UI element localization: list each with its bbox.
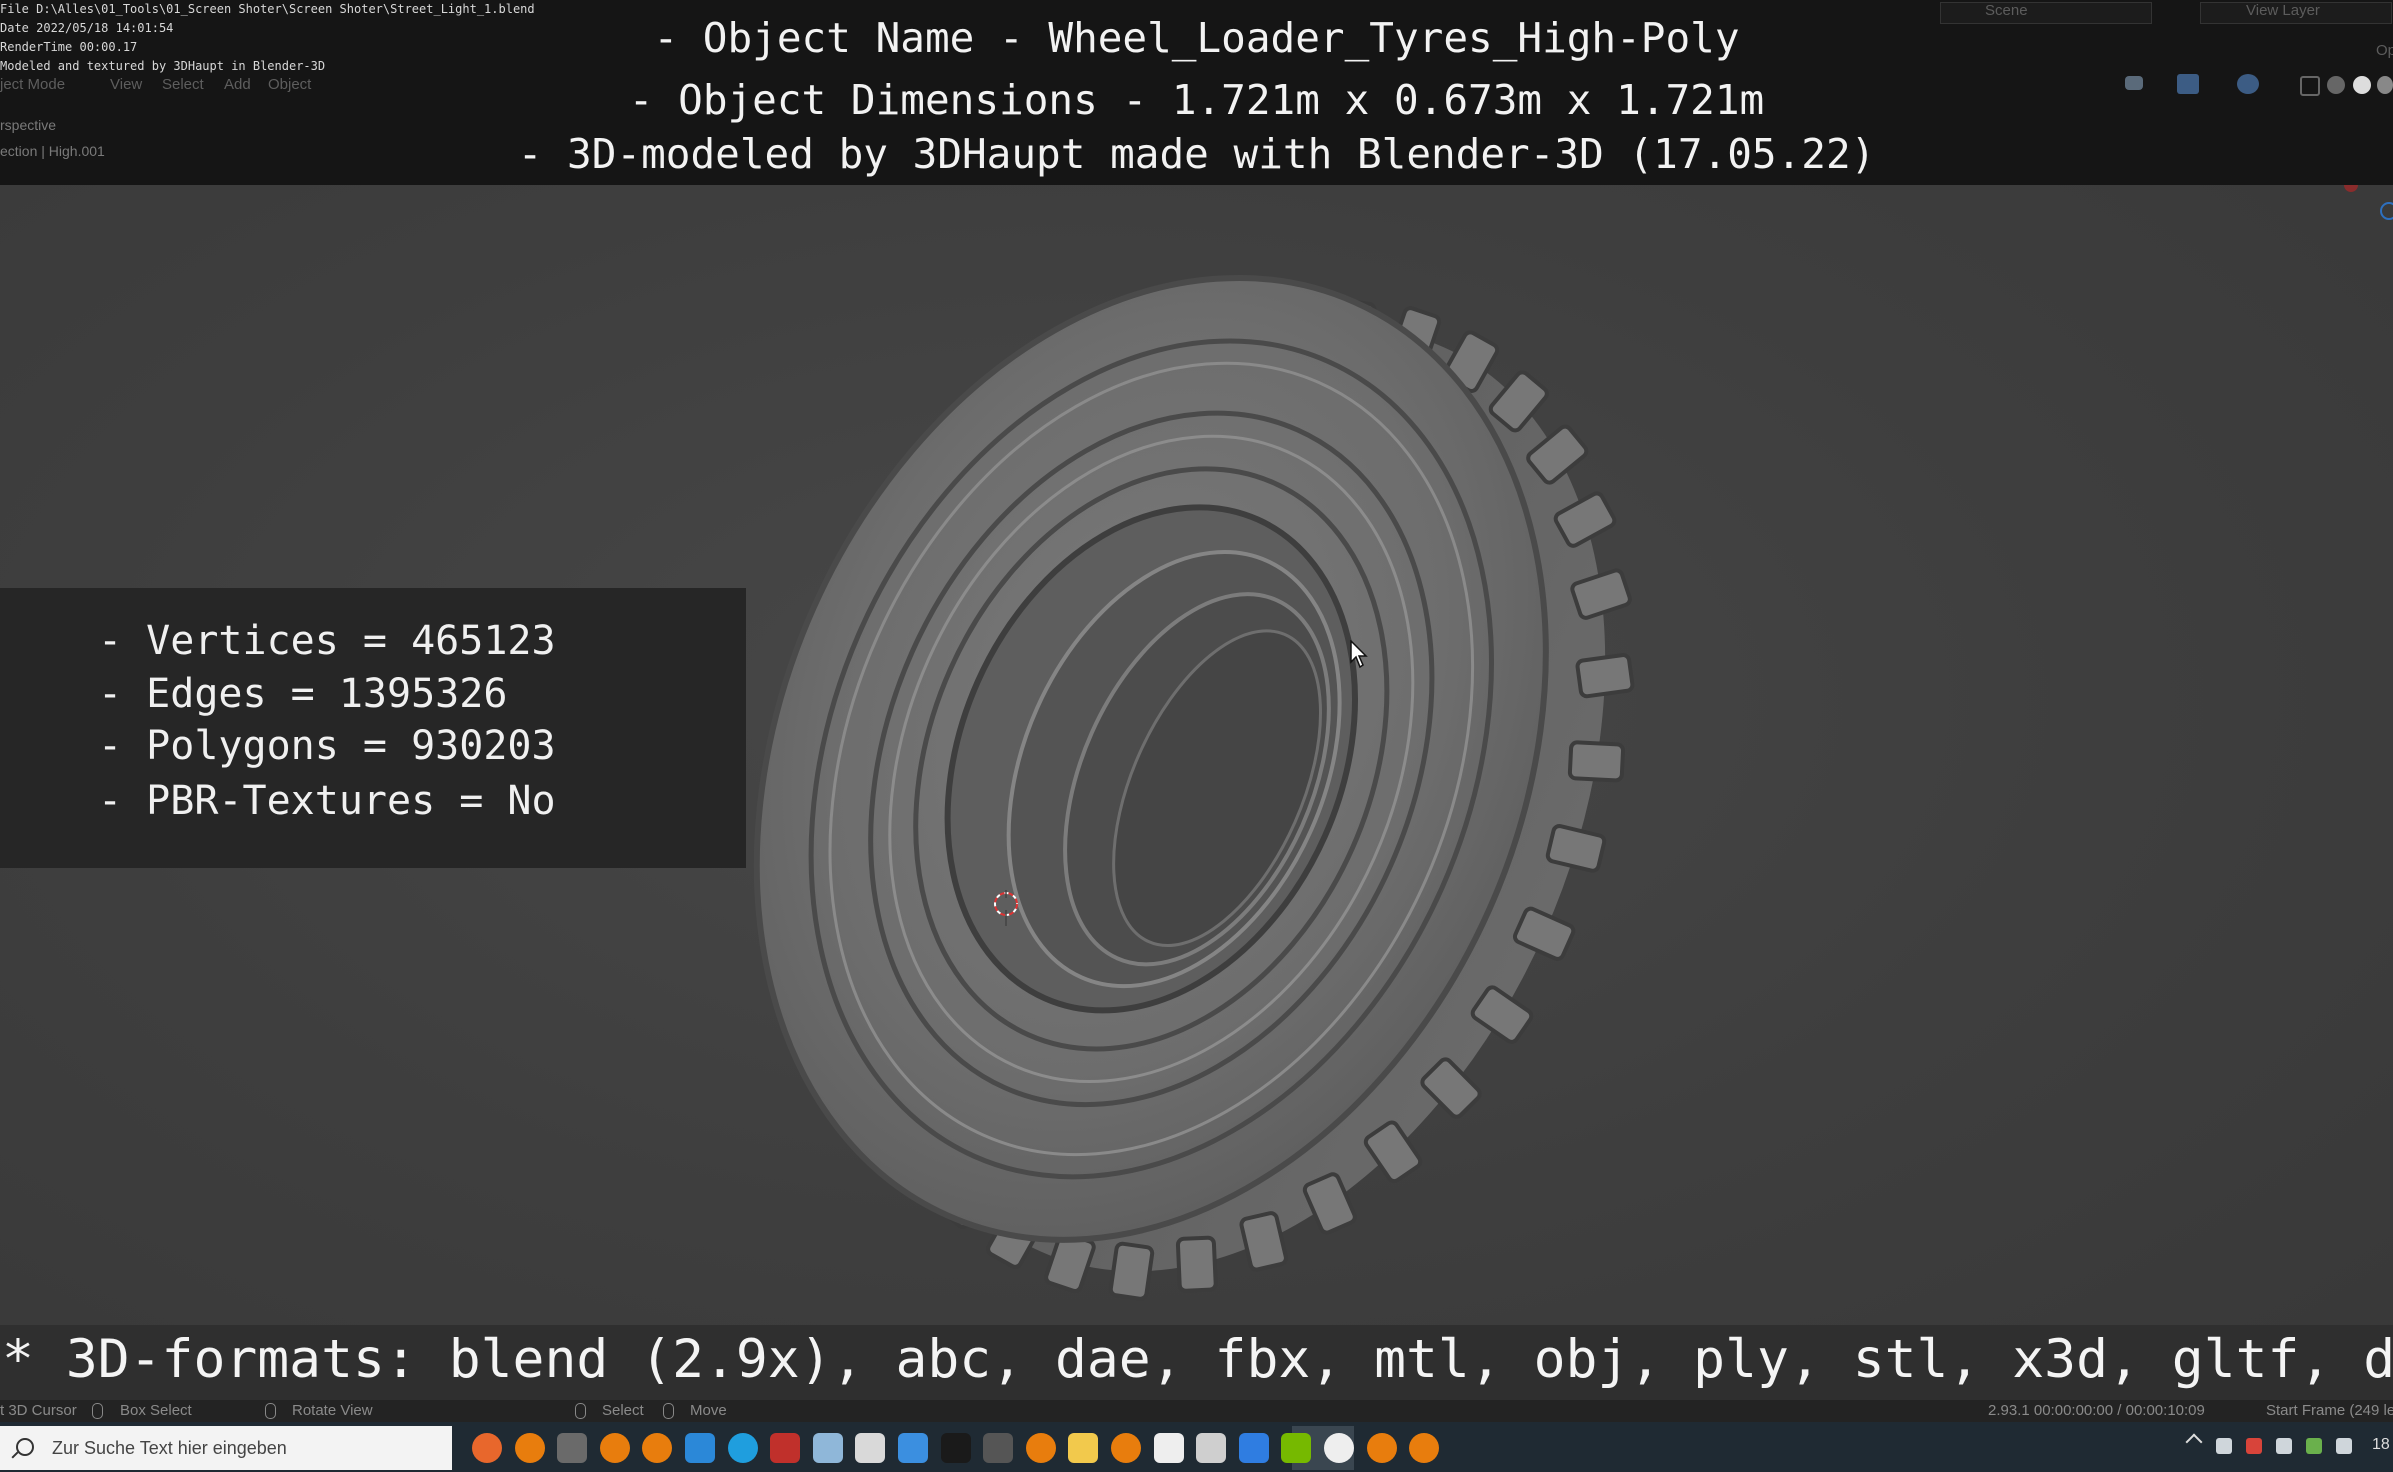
mouse-middle-icon [265, 1403, 276, 1419]
battery-tray-icon[interactable] [2276, 1438, 2292, 1454]
mouse-pointer-icon [1350, 640, 1368, 669]
sync-tray-icon[interactable] [2306, 1438, 2322, 1454]
blender-icon[interactable] [600, 1433, 630, 1463]
paint-icon[interactable] [855, 1433, 885, 1463]
status-box-select: Box Select [120, 1402, 192, 1419]
status-3d-cursor: t 3D Cursor [0, 1402, 77, 1419]
search-icon [16, 1438, 34, 1456]
notes-icon[interactable] [813, 1433, 843, 1463]
mouse-left-icon [92, 1403, 103, 1419]
folder-icon[interactable] [1068, 1433, 1098, 1463]
gizmo-z-axis-icon[interactable] [2380, 202, 2393, 220]
status-select: Select [602, 1402, 644, 1419]
polygons-stat: - Polygons = 930203 [98, 723, 556, 769]
status-rotate-view: Rotate View [292, 1402, 373, 1419]
taskbar-search-box[interactable]: Zur Suche Text hier eingeben [0, 1426, 452, 1470]
tread-lug [1575, 653, 1635, 699]
firefox-icon[interactable] [472, 1433, 502, 1463]
object-name-heading: - Object Name - Wheel_Loader_Tyres_High-… [653, 14, 1740, 62]
formats-text: * 3D-formats: blend (2.9x), abc, dae, fb… [2, 1329, 2393, 1390]
panda-icon[interactable] [1154, 1433, 1184, 1463]
obs-icon[interactable] [557, 1433, 587, 1463]
security-tray-icon[interactable] [2246, 1438, 2262, 1454]
blender-icon[interactable] [1026, 1433, 1056, 1463]
mouse-right-icon [663, 1403, 674, 1419]
tread-lug [1567, 740, 1626, 783]
textures-stat: - PBR-Textures = No [98, 778, 556, 824]
tray-expand-icon[interactable] [2185, 1433, 2203, 1451]
blender-icon[interactable] [515, 1433, 545, 1463]
mesh-stats-panel: - Vertices = 465123 - Edges = 1395326 - … [0, 588, 746, 868]
edges-stat: - Edges = 1395326 [98, 671, 508, 717]
formats-banner: * 3D-formats: blend (2.9x), abc, dae, fb… [0, 1325, 2393, 1401]
info-header: File D:\Alles\01_Tools\01_Screen Shoter\… [0, 0, 2393, 185]
tread-lug [1108, 1241, 1155, 1301]
game-controller-icon[interactable] [983, 1433, 1013, 1463]
status-start-frame: Start Frame (249 le [2266, 1402, 2393, 1419]
volume-tray-icon[interactable] [2336, 1438, 2352, 1454]
cube-icon[interactable] [1196, 1433, 1226, 1463]
blender-icon[interactable] [1367, 1433, 1397, 1463]
blender-icon[interactable] [1111, 1433, 1141, 1463]
3d-cursor-icon[interactable] [990, 888, 1022, 928]
blender-icon[interactable] [642, 1433, 672, 1463]
search-placeholder: Zur Suche Text hier eingeben [52, 1438, 287, 1458]
status-version-time: 2.93.1 00:00:00:00 / 00:00:10:09 [1988, 1402, 2205, 1419]
chat-icon[interactable] [898, 1433, 928, 1463]
edge-icon[interactable] [728, 1433, 758, 1463]
spider-app-icon[interactable] [770, 1433, 800, 1463]
mouse-left-icon [575, 1403, 586, 1419]
nvidia-icon[interactable] [1281, 1433, 1311, 1463]
clock[interactable]: 18 [2372, 1436, 2390, 1454]
gauge-icon[interactable] [1324, 1433, 1354, 1463]
calendar-icon[interactable] [1239, 1433, 1269, 1463]
terminal-icon[interactable] [941, 1433, 971, 1463]
author-heading: - 3D-modeled by 3DHaupt made with Blende… [517, 130, 1876, 178]
system-tray: 18 [2180, 1422, 2393, 1472]
status-move: Move [690, 1402, 727, 1419]
blender-icon[interactable] [1409, 1433, 1439, 1463]
object-dimensions-heading: - Object Dimensions - 1.721m x 0.673m x … [628, 76, 1765, 124]
mail-icon[interactable] [685, 1433, 715, 1463]
windows-taskbar: Zur Suche Text hier eingeben 18 [0, 1422, 2393, 1472]
vertices-stat: - Vertices = 465123 [98, 618, 556, 664]
blender-status-bar: t 3D Cursor Box Select Rotate View Selec… [0, 1400, 2393, 1422]
tread-lug [1175, 1235, 1218, 1293]
network-tray-icon[interactable] [2216, 1438, 2232, 1454]
